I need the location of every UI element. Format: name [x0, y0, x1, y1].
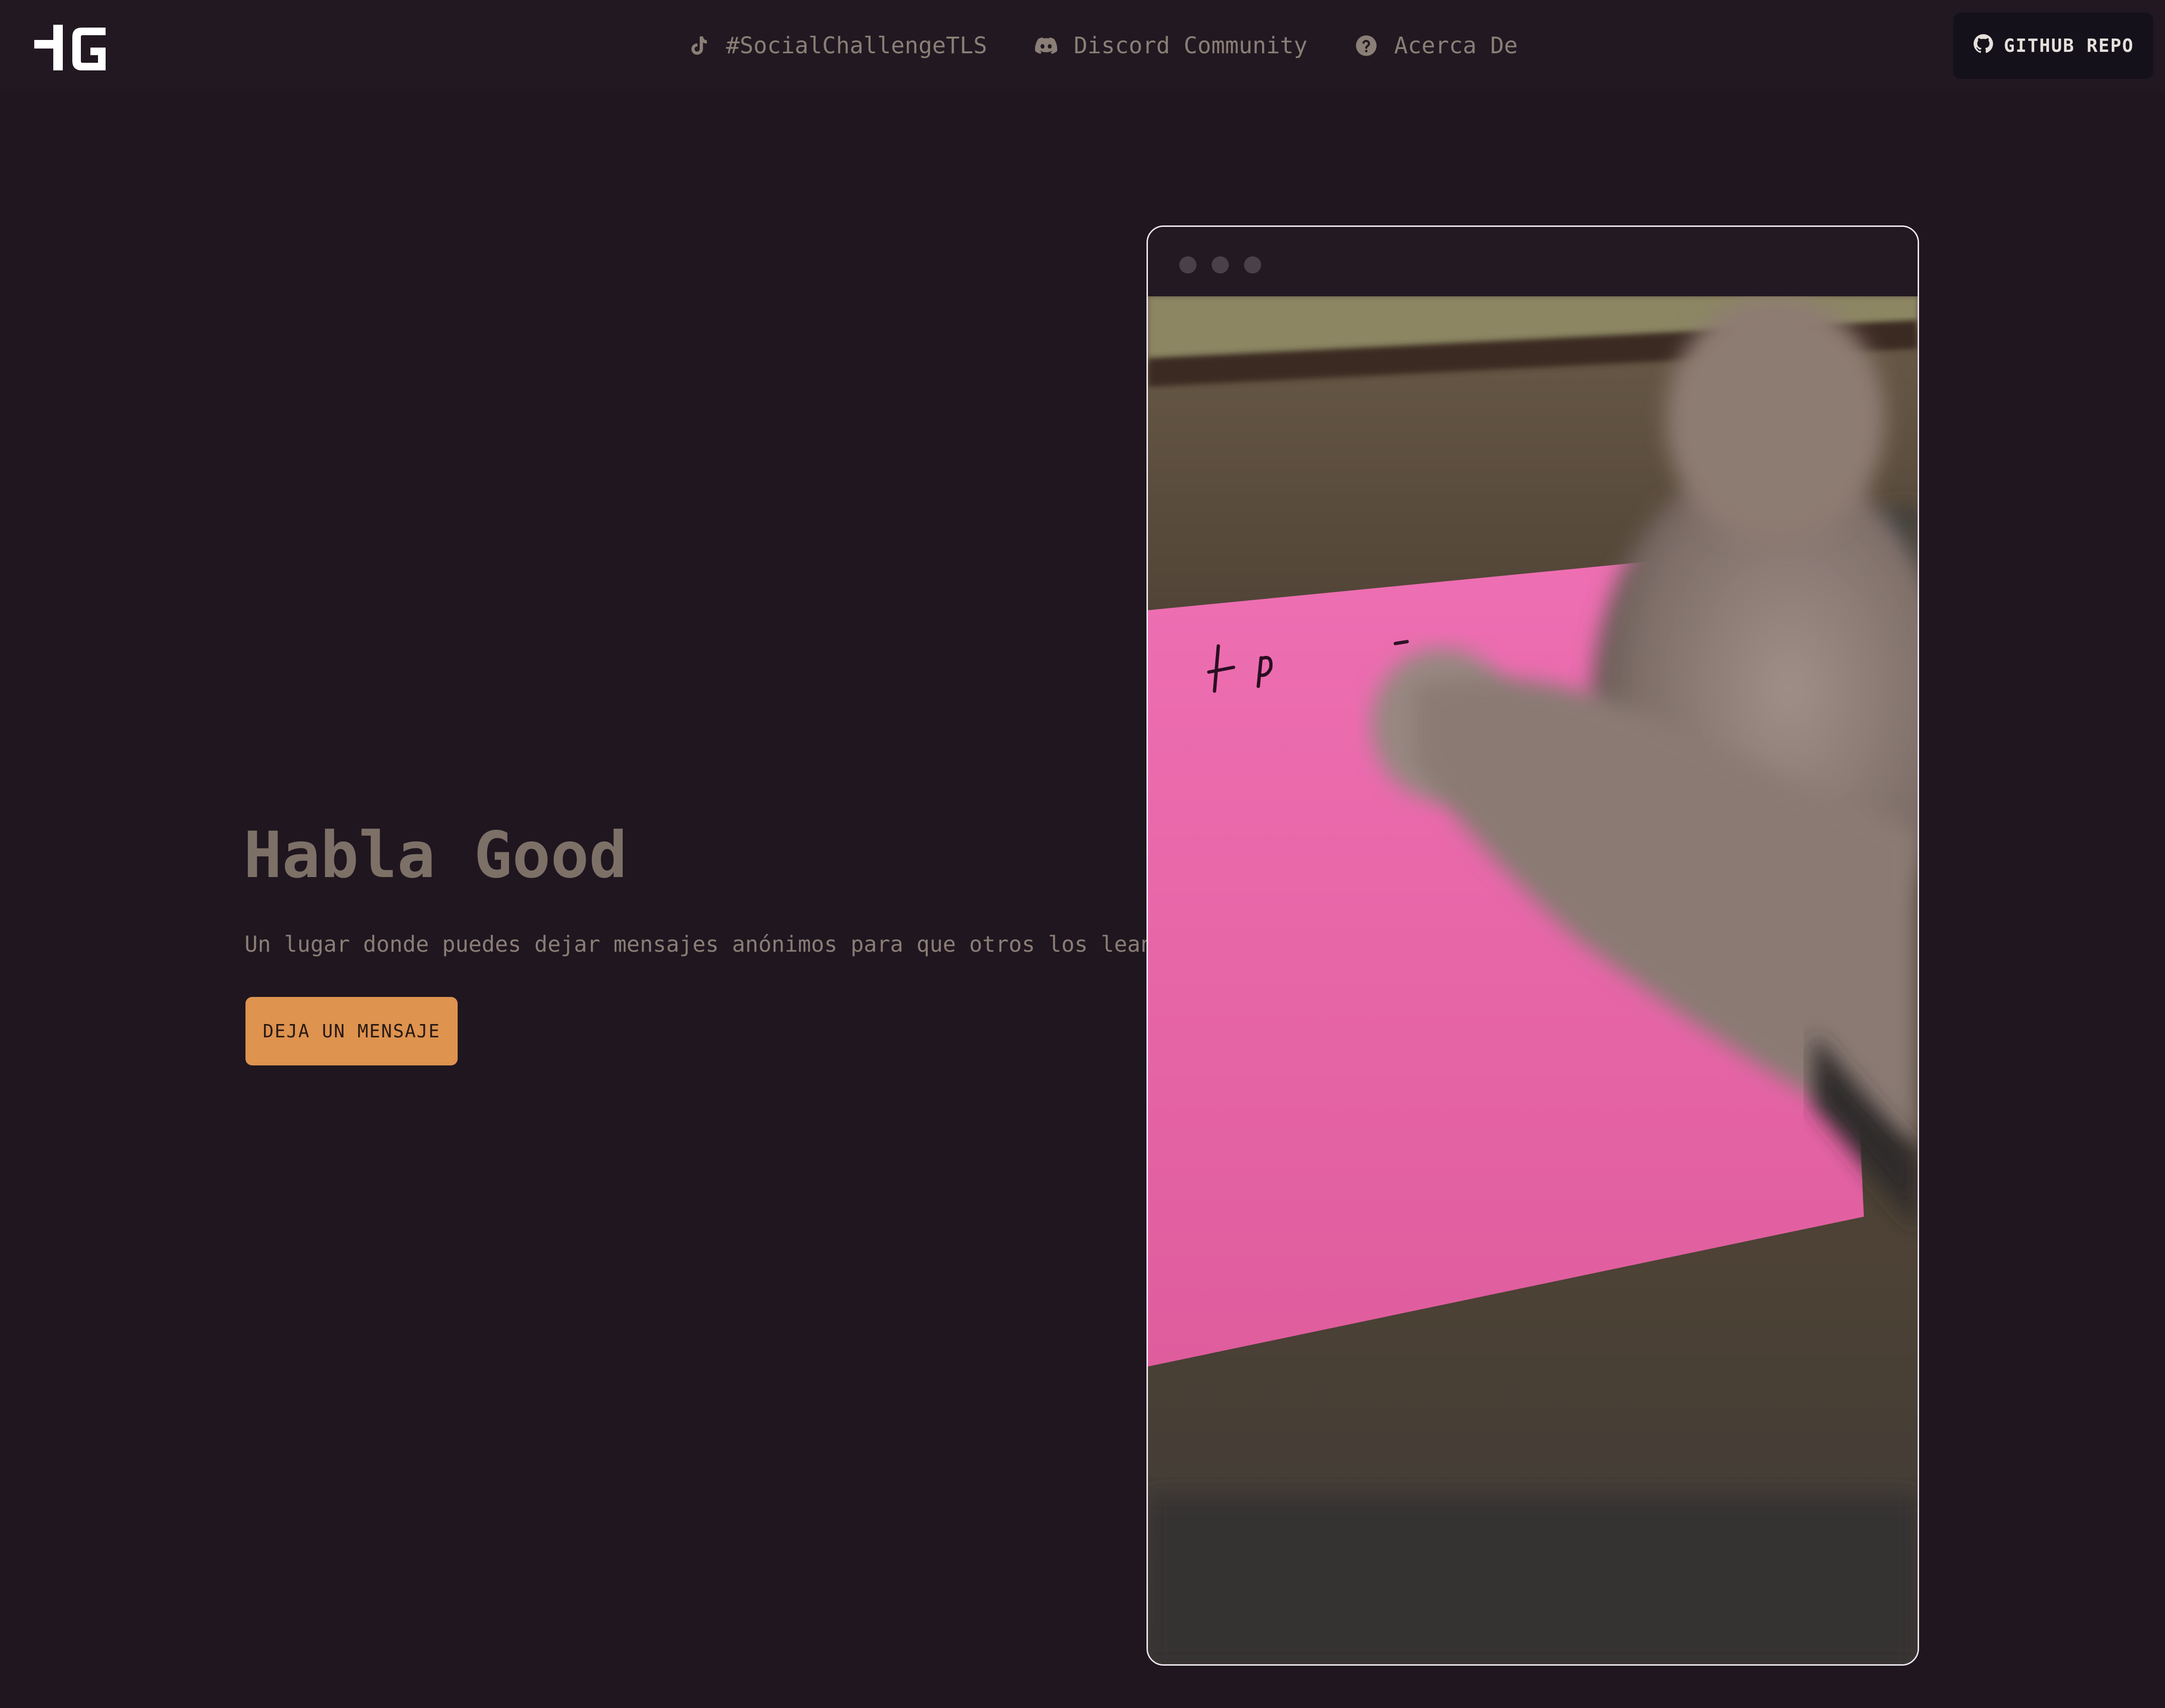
hero-subtitle: Un lugar donde puedes dejar mensajes anó…	[245, 931, 1167, 957]
nav-link-discord[interactable]: Discord Community	[1033, 32, 1307, 59]
video-frame-image	[1148, 296, 1918, 1664]
hero-video[interactable]	[1148, 296, 1918, 1664]
window-dot	[1179, 256, 1196, 273]
nav-link-social-challenge[interactable]: #SocialChallengeTLS	[685, 32, 987, 59]
main-nav: #SocialChallengeTLS Discord Community Ac…	[685, 0, 1518, 91]
nav-link-label: Discord Community	[1074, 32, 1308, 59]
nav-link-acerca-de[interactable]: Acerca De	[1353, 32, 1518, 59]
logo-mark-icon	[34, 25, 106, 70]
nav-link-label: Acerca De	[1394, 32, 1518, 59]
github-button-label: GITHUB REPO	[2004, 35, 2134, 56]
tiktok-icon	[685, 32, 712, 59]
mockup-title-bar	[1148, 227, 1918, 296]
window-dot	[1244, 256, 1261, 273]
github-icon	[1972, 33, 1994, 59]
question-circle-icon	[1353, 32, 1380, 59]
discord-icon	[1033, 32, 1059, 59]
github-repo-button[interactable]: GITHUB REPO	[1953, 12, 2153, 79]
hero-title: Habla Good	[244, 818, 627, 892]
browser-mockup	[1146, 225, 1919, 1666]
leave-message-button[interactable]: DEJA UN MENSAJE	[245, 997, 458, 1065]
nav-link-label: #SocialChallengeTLS	[726, 32, 988, 59]
top-navbar: #SocialChallengeTLS Discord Community Ac…	[0, 0, 2165, 91]
site-logo[interactable]	[34, 21, 110, 73]
window-dot	[1212, 256, 1229, 273]
